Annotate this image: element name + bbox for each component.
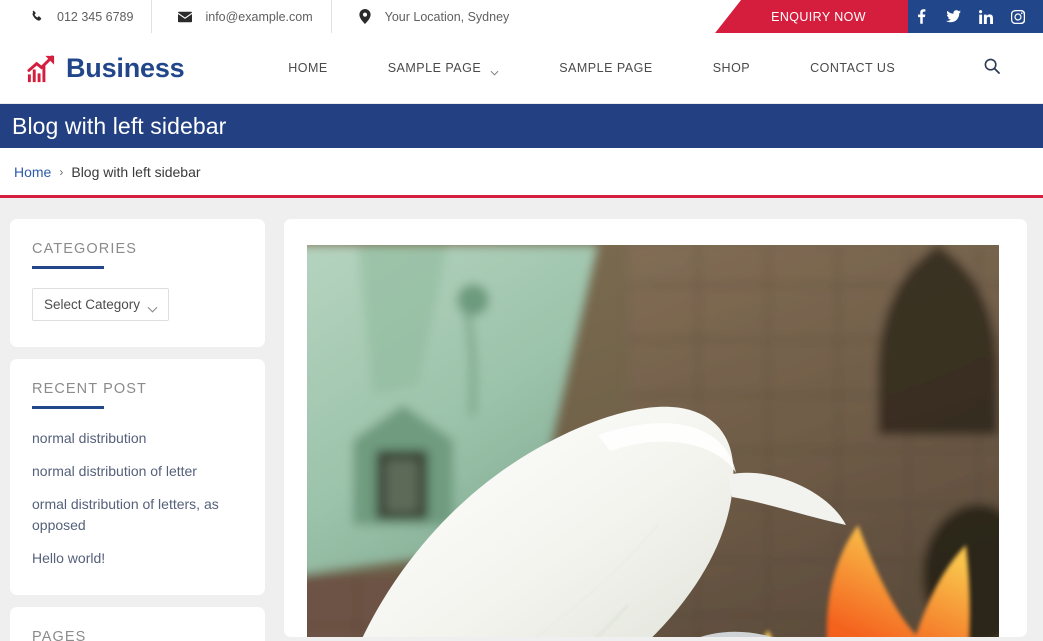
nav-label: SAMPLE PAGE (559, 61, 653, 75)
phone-icon (30, 10, 44, 24)
page-title: Blog with left sidebar (12, 112, 227, 139)
enquiry-banner-wrap: ENQUIRY NOW (715, 0, 908, 33)
featured-image-graphic (307, 245, 999, 637)
nav-item-shop[interactable]: SHOP (683, 61, 780, 75)
list-item[interactable]: normal distribution of letter (32, 461, 243, 482)
page-content: CATEGORIES Select Category RECENT POST n… (0, 198, 1043, 641)
enquiry-now-button[interactable]: ENQUIRY NOW (715, 0, 908, 33)
breadcrumb-current: Blog with left sidebar (71, 163, 201, 180)
facebook-icon[interactable] (914, 9, 929, 24)
select-category-value: Select Category (44, 297, 141, 312)
nav-label: HOME (288, 61, 328, 75)
logo-text: Business (66, 52, 185, 83)
search-icon (984, 58, 1000, 79)
instagram-icon[interactable] (1010, 9, 1025, 24)
main-navigation: HOME SAMPLE PAGE SAMPLE PAGE SHOP CONTAC… (206, 61, 977, 76)
envelope-icon (178, 10, 193, 24)
nav-item-sample-page-1[interactable]: SAMPLE PAGE (358, 61, 530, 76)
chevron-down-icon (147, 301, 158, 313)
nav-label: CONTACT US (810, 61, 896, 75)
main-content-card (284, 219, 1027, 637)
site-logo[interactable]: Business (26, 52, 185, 84)
topbar-email-text: info@example.com (205, 9, 313, 24)
topbar-right-group: ENQUIRY NOW (715, 0, 1043, 33)
topbar-location[interactable]: Your Location, Sydney (332, 0, 528, 33)
list-item[interactable]: normal distribution (32, 428, 243, 449)
search-button[interactable] (977, 53, 1007, 83)
widget-categories: CATEGORIES Select Category (10, 219, 265, 347)
nav-item-home[interactable]: HOME (258, 61, 358, 75)
twitter-icon[interactable] (946, 9, 961, 24)
breadcrumb-home-link[interactable]: Home (14, 164, 51, 180)
site-header: Business HOME SAMPLE PAGE SAMPLE PAGE SH… (0, 33, 1043, 104)
topbar-phone[interactable]: 012 345 6789 (0, 0, 153, 33)
topbar-phone-text: 012 345 6789 (57, 9, 134, 24)
select-category-dropdown[interactable]: Select Category (32, 288, 169, 321)
topbar-location-text: Your Location, Sydney (384, 9, 510, 24)
chart-arrow-logo-icon (27, 54, 55, 82)
breadcrumb: Home › Blog with left sidebar (0, 148, 1043, 198)
widget-title-recent-post: RECENT POST (32, 381, 147, 397)
featured-image[interactable] (307, 245, 999, 637)
linkedin-icon[interactable] (978, 9, 993, 24)
nav-label: SHOP (712, 61, 751, 75)
widget-title-categories: CATEGORIES (32, 241, 137, 257)
list-item[interactable]: ormal distribution of letters, as oppose… (32, 494, 243, 536)
widget-underline (32, 406, 104, 409)
breadcrumb-separator-icon: › (59, 164, 64, 179)
topbar-email[interactable]: info@example.com (152, 0, 332, 33)
widget-title-pages: PAGES (32, 629, 87, 641)
enquiry-now-label: ENQUIRY NOW (771, 9, 866, 24)
widget-recent-post: RECENT POST normal distribution normal d… (10, 359, 265, 595)
recent-post-list: normal distribution normal distribution … (32, 428, 243, 569)
page-title-banner: Blog with left sidebar (0, 104, 1043, 148)
map-pin-icon (358, 9, 372, 24)
widget-pages: PAGES (10, 607, 265, 641)
nav-item-sample-page-2[interactable]: SAMPLE PAGE (529, 61, 683, 75)
widget-underline (32, 266, 104, 269)
nav-label: SAMPLE PAGE (387, 61, 482, 75)
left-sidebar: CATEGORIES Select Category RECENT POST n… (10, 219, 265, 641)
chevron-down-icon (490, 65, 499, 76)
nav-item-contact-us[interactable]: CONTACT US (780, 61, 925, 75)
list-item[interactable]: Hello world! (32, 548, 243, 569)
top-bar: 012 345 6789 info@example.com Your Locat… (0, 0, 1043, 33)
